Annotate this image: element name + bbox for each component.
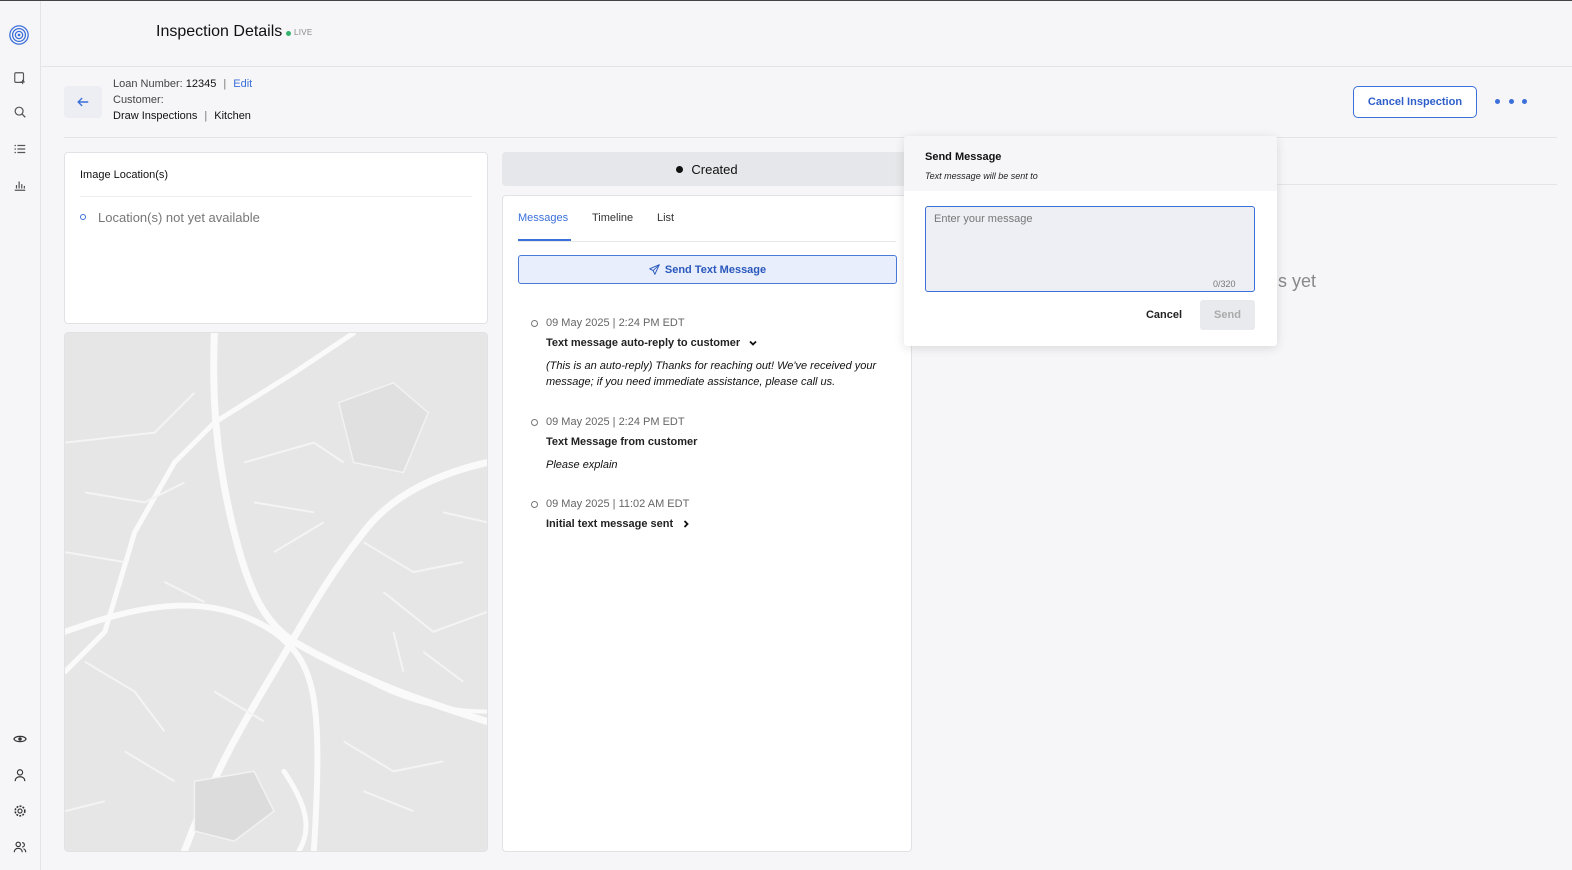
map[interactable] <box>64 332 488 852</box>
top-bar: Inspection Details LIVE <box>41 1 1572 67</box>
entry-title: Text Message from customer <box>546 436 697 448</box>
send-text-message-button[interactable]: Send Text Message <box>518 255 897 284</box>
bullet-icon <box>80 214 86 220</box>
active-tab-indicator <box>518 239 571 241</box>
entry-title-text: Text message auto-reply to customer <box>546 337 741 349</box>
messages-panel: Messages Timeline List Send Text Message… <box>502 195 912 852</box>
entry-body: (This is an auto-reply) Thanks for reach… <box>546 360 877 388</box>
entry-title-text: Text Message from customer <box>546 436 698 448</box>
entry-date: 09 May 2025 | 2:24 PM EDT <box>546 416 685 428</box>
divider <box>1276 184 1557 185</box>
room-name: Kitchen <box>214 110 251 122</box>
user-icon[interactable] <box>10 765 30 785</box>
entry-date: 09 May 2025 | 2:24 PM EDT <box>546 317 685 329</box>
loan-number-label: Loan Number: <box>113 78 183 90</box>
entry-title[interactable]: Text message auto-reply to customer <box>546 337 758 349</box>
new-inspection-icon[interactable] <box>10 68 30 88</box>
status-label: Created <box>691 161 738 177</box>
entry-body: Please explain <box>546 459 618 471</box>
chevron-down-icon[interactable] <box>748 338 758 348</box>
divider <box>80 196 472 197</box>
background-empty-text: s yet <box>1278 271 1317 291</box>
loan-number-line: Loan Number: 12345 | Edit <box>113 78 253 90</box>
tab-list[interactable]: List <box>657 212 674 224</box>
live-badge: LIVE <box>294 28 313 37</box>
status-bar: Created <box>502 152 912 186</box>
inspection-type: Draw Inspections <box>113 110 198 122</box>
status-dot-icon <box>676 165 684 173</box>
divider <box>64 137 1557 138</box>
list-icon[interactable] <box>10 139 30 159</box>
cancel-button[interactable]: Cancel <box>1136 304 1192 326</box>
popover-title: Send Message <box>925 151 1002 163</box>
tab-messages[interactable]: Messages <box>518 212 568 224</box>
inspection-type-line: Draw Inspections | Kitchen <box>113 110 251 122</box>
image-location-card: Image Location(s) Location(s) not yet av… <box>64 152 488 324</box>
sidebar <box>0 1 41 870</box>
character-count: 0/320 <box>1213 279 1236 289</box>
divider <box>518 241 896 242</box>
timeline-dot-icon <box>531 419 538 426</box>
page-title: Inspection Details <box>156 23 283 40</box>
image-location-title: Image Location(s) <box>80 169 169 181</box>
popover-subtitle: Text message will be sent to <box>925 171 1038 181</box>
send-icon <box>649 264 660 275</box>
tab-timeline[interactable]: Timeline <box>592 212 633 224</box>
chevron-right-icon[interactable] <box>681 519 691 529</box>
more-options-icon[interactable] <box>1495 93 1527 109</box>
edit-link[interactable]: Edit <box>233 78 252 90</box>
timeline-dot-icon <box>531 501 538 508</box>
send-button[interactable]: Send <box>1200 300 1255 330</box>
eye-icon[interactable] <box>10 729 30 749</box>
loan-number: 12345 <box>185 78 217 90</box>
chart-icon[interactable] <box>10 175 30 195</box>
entry-title-text: Initial text message sent <box>546 518 674 530</box>
cancel-inspection-button[interactable]: Cancel Inspection <box>1353 86 1477 118</box>
timeline-dot-icon <box>531 320 538 327</box>
send-text-message-label: Send Text Message <box>664 263 767 276</box>
logo-icon[interactable] <box>8 24 30 46</box>
map-streets <box>65 333 487 851</box>
users-icon[interactable] <box>10 837 30 857</box>
send-message-popover: Send Message Text message will be sent t… <box>904 136 1277 346</box>
arrow-left-icon <box>77 97 89 107</box>
customer-label: Customer: <box>113 94 164 106</box>
search-icon[interactable] <box>10 102 30 122</box>
entry-title[interactable]: Initial text message sent <box>546 518 691 530</box>
popover-header <box>904 136 1277 191</box>
settings-icon[interactable] <box>10 801 30 821</box>
message-input[interactable] <box>925 206 1255 292</box>
back-button[interactable] <box>64 86 102 118</box>
live-indicator-dot <box>286 31 291 36</box>
entry-date: 09 May 2025 | 11:02 AM EDT <box>546 498 690 510</box>
location-empty-text: Location(s) not yet available <box>98 210 260 225</box>
